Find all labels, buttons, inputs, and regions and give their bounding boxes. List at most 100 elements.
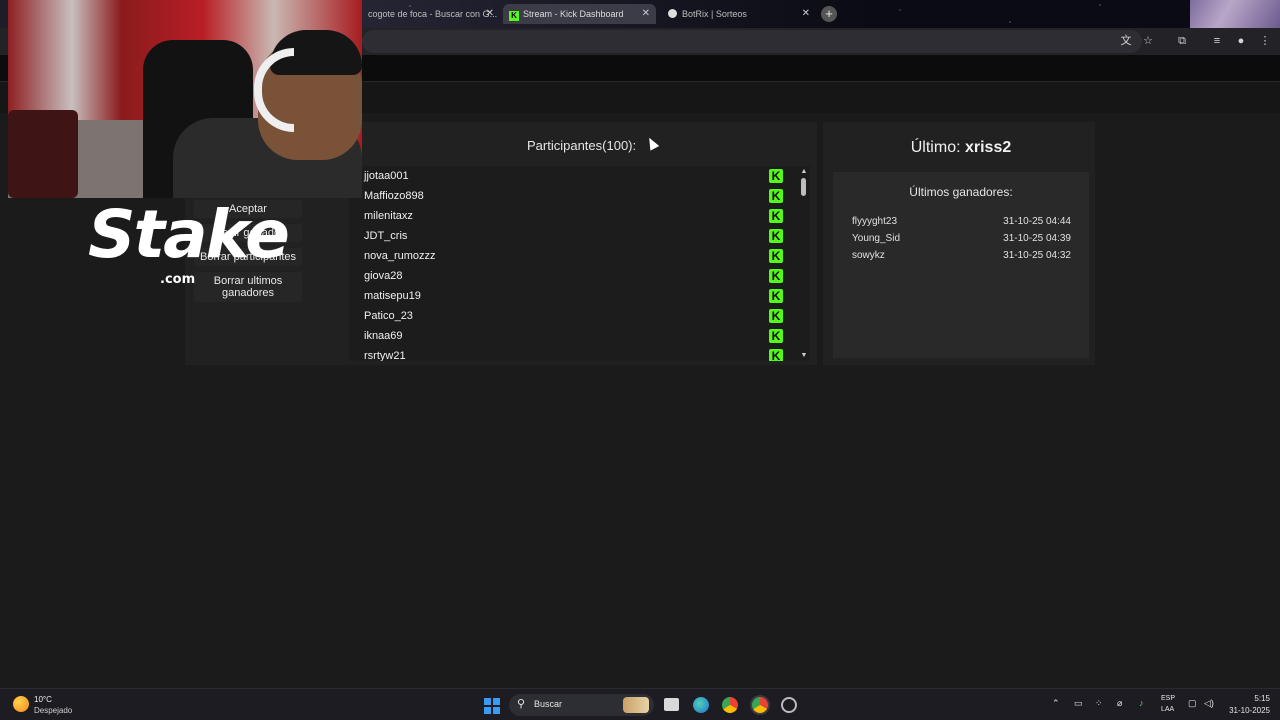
webcam-overlay (8, 0, 362, 198)
display-icon[interactable]: ▢ (1188, 698, 1197, 709)
participant-row: JDT_cris K (349, 226, 810, 246)
windows-taskbar: 10°C Despejado ⚲ Buscar ⌃ ▭ ⁘ ⌀ ♪ ESP LA… (0, 688, 1280, 720)
stake-logo-suffix: .com (160, 272, 196, 287)
tab-botrix-sorteos[interactable]: BotRix | Sorteos ✕ (662, 4, 816, 24)
taskbar-search-label: Buscar (534, 699, 563, 709)
winner-date: 31-10-25 04:39 (1003, 233, 1071, 244)
close-icon[interactable]: ✕ (486, 4, 494, 24)
windows-logo-pane (493, 707, 500, 714)
bookmark-star-icon[interactable]: ☆ (1140, 33, 1156, 49)
stake-logo: Stake .com (88, 190, 290, 300)
microphone-icon[interactable]: ♪ (1139, 698, 1144, 708)
participant-name: iknaa69 (364, 330, 403, 342)
search-icon: ⚲ (517, 698, 526, 710)
kick-platform-icon: K (769, 289, 783, 303)
clock-date[interactable]: 31-10-2025 (1222, 706, 1270, 715)
media-control-icon[interactable]: ≡ (1209, 33, 1225, 49)
weather-icon[interactable] (13, 696, 29, 712)
participants-scrollbar[interactable]: ▲ ▼ (799, 168, 809, 360)
windows-logo-pane (493, 698, 500, 705)
tab-label: cogote de foca - Buscar con G... (368, 9, 498, 19)
winner-row: Young_Sid 31-10-25 04:39 (852, 233, 1071, 244)
participant-row: iknaa69 K (349, 326, 810, 346)
translate-icon[interactable]: 文 (1118, 33, 1134, 49)
scroll-up-icon[interactable]: ▲ (799, 168, 809, 176)
botrix-favicon-icon (668, 9, 677, 18)
kick-platform-icon: K (769, 169, 783, 183)
kick-platform-icon: K (769, 229, 783, 243)
edge-browser-icon[interactable] (693, 697, 709, 713)
weather-description[interactable]: Despejado (34, 706, 72, 715)
input-language[interactable]: ESP (1161, 695, 1175, 702)
participant-row: Patico_23 K (349, 306, 810, 326)
obs-icon[interactable] (781, 697, 797, 713)
extensions-icon[interactable]: ⧉ (1174, 33, 1190, 49)
kick-platform-icon: K (769, 209, 783, 223)
winner-name: Young_Sid (852, 233, 901, 244)
tab-label: Stream - Kick Dashboard (523, 9, 624, 19)
kick-platform-icon: K (769, 269, 783, 283)
file-explorer-icon[interactable] (664, 698, 679, 711)
stake-logo-word: Stake (88, 196, 290, 273)
participant-name: Patico_23 (364, 310, 413, 322)
tab-kick-dashboard[interactable]: K Stream - Kick Dashboard ✕ (503, 4, 656, 24)
chrome-active-icon[interactable] (752, 697, 768, 713)
profile-avatar-icon[interactable]: ● (1233, 33, 1249, 49)
taskbar-search[interactable]: ⚲ Buscar (509, 694, 654, 716)
network-icon[interactable]: ⌀ (1117, 698, 1122, 709)
kick-platform-icon: K (769, 349, 783, 361)
kick-platform-icon: K (769, 309, 783, 323)
chrome-icon[interactable] (722, 697, 738, 713)
windows-logo-icon (484, 698, 491, 705)
recent-winners-title: Últimos ganadores: (909, 185, 1013, 199)
kick-favicon-icon: K (509, 11, 519, 21)
close-icon[interactable]: ✕ (642, 4, 650, 24)
input-layout[interactable]: LAA (1161, 706, 1174, 713)
windows-logo-pane (484, 707, 491, 714)
new-tab-button[interactable]: + (821, 6, 837, 22)
participant-row: nova_rumozzz K (349, 246, 810, 266)
weather-temperature[interactable]: 10°C (34, 695, 52, 704)
close-icon[interactable]: ✕ (802, 4, 810, 24)
winner-date: 31-10-25 04:32 (1003, 250, 1071, 261)
kick-platform-icon: K (769, 249, 783, 263)
last-winner-heading: Último: xriss2 (823, 139, 1099, 157)
participant-name: nova_rumozzz (364, 250, 436, 262)
participants-list[interactable]: jjotaa001 K Maffiozo898 Kmilenitaxz K JDT_cri… (349, 166, 810, 361)
start-button[interactable] (484, 698, 500, 714)
browser-menu-icon[interactable]: ⋮ (1257, 33, 1273, 49)
participant-name: jjotaa001 (364, 170, 409, 182)
desktop-screen: cogote de foca - Buscar con G... ✕ K Stre… (0, 0, 1280, 720)
tray-grid-icon[interactable]: ⁘ (1095, 698, 1103, 709)
participant-name: milenitaxz (364, 210, 413, 222)
participant-row: Maffiozo898 K (349, 186, 810, 206)
clock-time[interactable]: 5:15 (1240, 694, 1270, 703)
participant-row: jjotaa001 K (349, 166, 810, 186)
tray-app-icon[interactable]: ▭ (1074, 698, 1083, 709)
kick-platform-icon: K (769, 189, 783, 203)
webcam-sofa (8, 110, 78, 198)
kick-platform-icon: K (769, 329, 783, 343)
scroll-down-icon[interactable]: ▼ (799, 352, 809, 360)
tray-overflow-icon[interactable]: ⌃ (1052, 698, 1060, 709)
winner-date: 31-10-25 04:44 (1003, 216, 1071, 227)
participant-row: giova28 K (349, 266, 810, 286)
participant-row: milenitaxz K (349, 206, 810, 226)
last-winner-label: Último: (910, 139, 961, 156)
winner-row: flyyyght23 31-10-25 04:44 (852, 216, 1071, 227)
participant-name: JDT_cris (364, 230, 408, 242)
address-bar[interactable] (362, 30, 1142, 53)
participant-row: matisepu19 K (349, 286, 810, 306)
participant-name: giova28 (364, 270, 403, 282)
winner-name: sowykz (852, 250, 885, 261)
tab-google-search[interactable]: cogote de foca - Buscar con G... ✕ (362, 4, 500, 24)
last-winner-name: xriss2 (964, 139, 1012, 156)
participants-title: Participantes(100): (527, 138, 637, 153)
volume-icon[interactable]: ◁) (1204, 698, 1214, 709)
scroll-thumb[interactable] (801, 178, 806, 196)
winner-name: flyyyght23 (852, 216, 898, 227)
search-highlight-image (623, 697, 649, 713)
participant-name: rsrtyw21 (364, 350, 406, 361)
participant-name: Maffiozo898 (364, 190, 424, 202)
winner-row: sowykz 31-10-25 04:32 (852, 250, 1071, 261)
